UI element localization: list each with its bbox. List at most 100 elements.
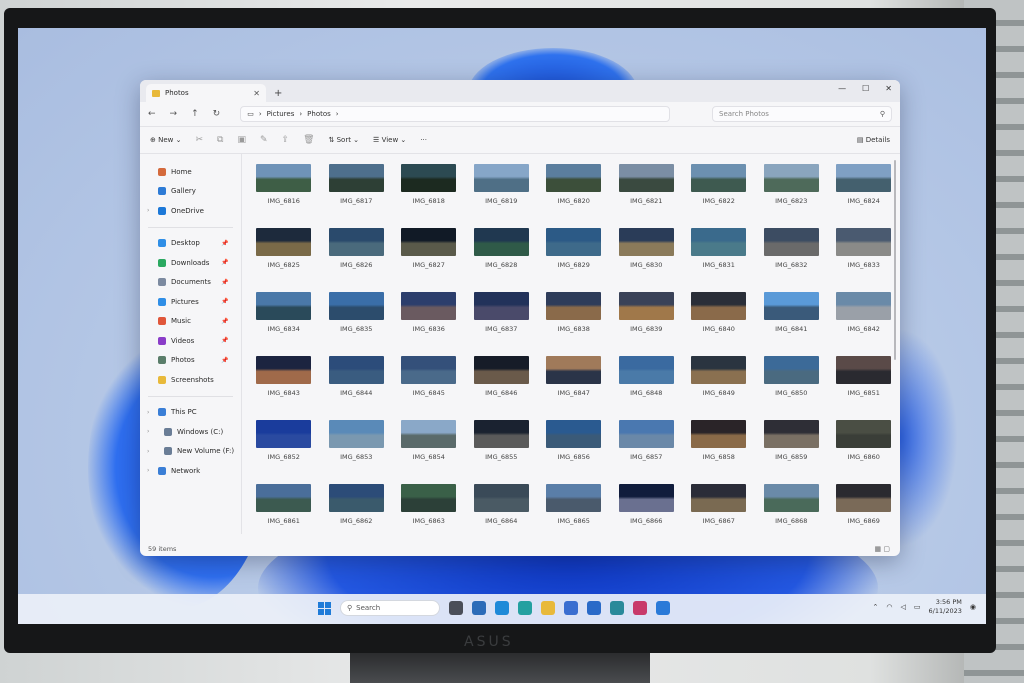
file-item[interactable]: IMG_6865 [538,482,611,546]
photo-thumbnail[interactable] [473,228,529,256]
file-item[interactable]: IMG_6818 [393,162,466,226]
file-item[interactable]: IMG_6864 [465,482,538,546]
file-item[interactable]: IMG_6854 [393,418,466,482]
taskbar-app-icon[interactable] [518,601,532,615]
photo-thumbnail[interactable] [836,164,892,192]
file-item[interactable]: IMG_6825 [248,226,321,290]
vertical-scrollbar[interactable] [894,160,896,360]
more-options-button[interactable]: ··· [420,136,427,144]
sidebar-item-network[interactable]: › Network [140,461,241,481]
new-tab-button[interactable]: + [274,88,282,99]
file-item[interactable]: IMG_6835 [320,290,393,354]
taskbar-app-icon[interactable] [587,601,601,615]
taskbar-app-icon[interactable] [564,601,578,615]
chevron-right-icon[interactable]: › [147,448,149,455]
file-item[interactable]: IMG_6820 [538,162,611,226]
file-item[interactable]: IMG_6844 [320,354,393,418]
file-item[interactable]: IMG_6867 [683,482,756,546]
file-item[interactable]: IMG_6859 [755,418,828,482]
photo-thumbnail[interactable] [691,420,747,448]
file-item[interactable]: IMG_6819 [465,162,538,226]
photo-thumbnail[interactable] [546,228,602,256]
photo-thumbnail[interactable] [691,164,747,192]
photo-thumbnail[interactable] [328,228,384,256]
sidebar-item-gallery[interactable]: Gallery [140,182,241,202]
view-button[interactable]: ☰ View ⌄ [373,136,406,144]
details-button[interactable]: ▤ Details [857,136,890,144]
tab-photos[interactable]: Photos ✕ [146,84,266,102]
taskbar-app-icon[interactable] [633,601,647,615]
view-toggle-icons[interactable]: ▦ ▢ [875,545,890,553]
copy-icon[interactable]: ⧉ [217,135,223,145]
start-icon[interactable] [318,601,331,615]
photo-thumbnail[interactable] [836,420,892,448]
file-item[interactable]: IMG_6862 [320,482,393,546]
file-item[interactable]: IMG_6843 [248,354,321,418]
file-item[interactable]: IMG_6866 [610,482,683,546]
rename-icon[interactable]: ✎ [260,135,268,145]
sidebar-item-videos[interactable]: Videos 📌 [140,331,241,351]
sidebar-item-home[interactable]: Home [140,162,241,182]
chevron-right-icon[interactable]: › [147,428,149,435]
breadcrumb-pictures[interactable]: Pictures [267,110,295,118]
sidebar-item-pictures[interactable]: Pictures 📌 [140,292,241,312]
breadcrumb[interactable]: ▭ › Pictures › Photos › [240,106,671,122]
sidebar-item-new-volume-f[interactable]: › New Volume (F:) [140,442,241,462]
taskbar-app-icon[interactable] [541,601,555,615]
file-item[interactable]: IMG_6826 [320,226,393,290]
chevron-right-icon[interactable]: › [147,467,149,474]
photo-thumbnail[interactable] [546,356,602,384]
sidebar-item-windows-c[interactable]: › Windows (C:) [140,422,241,442]
taskbar-search[interactable]: ⚲ Search [340,600,440,616]
file-item[interactable]: IMG_6853 [320,418,393,482]
battery-icon[interactable]: ▭ [914,603,921,611]
sidebar-item-onedrive[interactable]: › OneDrive [140,201,241,221]
photo-thumbnail[interactable] [328,420,384,448]
photo-thumbnail[interactable] [618,356,674,384]
photo-thumbnail[interactable] [401,420,457,448]
photo-thumbnail[interactable] [256,164,312,192]
photo-thumbnail[interactable] [691,484,747,512]
file-item[interactable]: IMG_6856 [538,418,611,482]
photo-thumbnail[interactable] [473,164,529,192]
file-item[interactable]: IMG_6830 [610,226,683,290]
photo-thumbnail[interactable] [763,292,819,320]
taskbar-app-icon[interactable] [449,601,463,615]
photo-thumbnail[interactable] [256,484,312,512]
chevron-up-icon[interactable]: ⌃ [873,603,879,611]
file-item[interactable]: IMG_6833 [828,226,901,290]
photo-thumbnail[interactable] [836,484,892,512]
photo-thumbnail[interactable] [328,164,384,192]
file-item[interactable]: IMG_6845 [393,354,466,418]
file-item[interactable]: IMG_6831 [683,226,756,290]
notification-icon[interactable]: ◉ [970,603,976,611]
photo-thumbnail[interactable] [763,420,819,448]
photo-thumbnail[interactable] [691,356,747,384]
photo-thumbnail[interactable] [328,292,384,320]
sidebar-item-this-pc[interactable]: › This PC [140,403,241,423]
photo-thumbnail[interactable] [473,420,529,448]
photo-thumbnail[interactable] [836,356,892,384]
paste-icon[interactable]: ▣ [237,135,246,145]
sidebar-item-photos[interactable]: Photos 📌 [140,351,241,371]
file-item[interactable]: IMG_6838 [538,290,611,354]
sidebar-item-documents[interactable]: Documents 📌 [140,273,241,293]
file-item[interactable]: IMG_6851 [828,354,901,418]
photo-thumbnail[interactable] [473,356,529,384]
file-item[interactable]: IMG_6816 [248,162,321,226]
photo-thumbnail[interactable] [256,292,312,320]
file-item[interactable]: IMG_6842 [828,290,901,354]
file-item[interactable]: IMG_6857 [610,418,683,482]
file-item[interactable]: IMG_6827 [393,226,466,290]
share-icon[interactable]: ⇪ [282,135,290,145]
photo-thumbnail[interactable] [763,228,819,256]
close-window-button[interactable]: ✕ [885,84,892,93]
minimize-button[interactable]: — [838,84,846,93]
file-item[interactable]: IMG_6817 [320,162,393,226]
taskbar-app-icon[interactable] [472,601,486,615]
new-button[interactable]: ⊕ New ⌄ [150,136,181,144]
photo-thumbnail[interactable] [328,484,384,512]
sort-button[interactable]: ⇅ Sort ⌄ [329,136,360,144]
photo-thumbnail[interactable] [401,228,457,256]
file-item[interactable]: IMG_6824 [828,162,901,226]
